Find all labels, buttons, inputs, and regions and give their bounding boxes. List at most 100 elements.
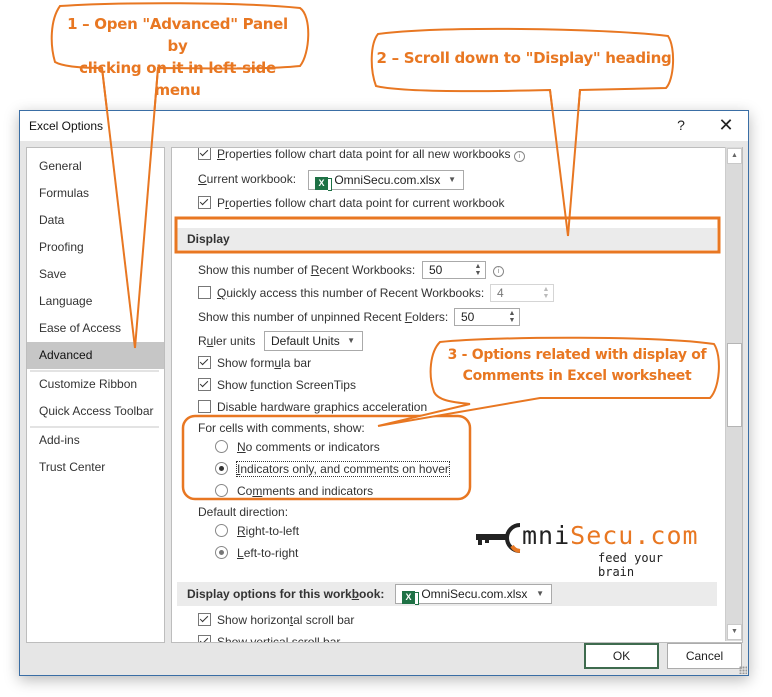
radio-right-to-left[interactable]: [215, 524, 228, 537]
recent-workbooks-value: 50: [429, 263, 443, 277]
dialog-title: Excel Options: [29, 119, 104, 133]
ruler-units-value: Default Units: [271, 334, 340, 348]
comments-option-all[interactable]: Comments and indicators: [215, 484, 373, 498]
ok-button[interactable]: OK: [584, 643, 659, 669]
comments-option-indicators-only[interactable]: Indicators only, and comments on hover: [215, 461, 450, 477]
recent-workbooks-spinner[interactable]: 50 ▲ ▼: [422, 261, 486, 279]
vertical-scroll-label: Show vertical scroll bar: [217, 635, 341, 643]
chevron-down-icon: ▼: [347, 336, 355, 345]
sidebar-item-formulas[interactable]: Formulas: [27, 180, 164, 207]
quick-access-label: uickly access this number of Recent Work…: [226, 286, 485, 300]
excel-options-dialog: Excel Options ? ✕ General Formulas Data …: [19, 110, 749, 676]
sidebar-item-language[interactable]: Language: [27, 288, 164, 315]
logo-tagline: feed your brain: [598, 551, 664, 579]
key-icon: [476, 523, 521, 553]
hw-accel-checkbox[interactable]: [198, 400, 211, 413]
label-part: Disable hardware: [217, 400, 314, 414]
quick-access-checkbox[interactable]: [198, 286, 211, 299]
chart-props-current-label: operties follow chart data point for cur…: [229, 196, 505, 210]
info-icon: i: [493, 266, 504, 277]
chart-props-current-row[interactable]: Properties follow chart data point for c…: [198, 196, 505, 210]
sidebar-item-proofing[interactable]: Proofing: [27, 234, 164, 261]
formula-bar-checkbox[interactable]: [198, 356, 211, 369]
chart-props-all-checkbox[interactable]: [198, 148, 211, 160]
chart-props-current-checkbox[interactable]: [198, 196, 211, 209]
workbook-display-dropdown[interactable]: X OmniSecu.com.xlsx ▼: [395, 584, 552, 605]
spinner-arrows-icon[interactable]: ▲ ▼: [542, 286, 550, 300]
label-accel: m: [252, 484, 263, 498]
label-accel: Q: [217, 286, 227, 300]
comments-option-none[interactable]: No comments or indicators: [215, 440, 380, 454]
close-button[interactable]: ✕: [714, 115, 738, 137]
callout-step2-text: 2 – Scroll down to "Display" heading: [376, 49, 672, 67]
quick-access-spinner[interactable]: 4 ▲ ▼: [490, 284, 554, 302]
sidebar-item-data[interactable]: Data: [27, 207, 164, 234]
label-part: P: [217, 196, 226, 210]
help-button[interactable]: ?: [671, 117, 691, 135]
ruler-units-dropdown[interactable]: Default Units ▼: [264, 331, 363, 351]
title-bar: Excel Options ? ✕: [20, 111, 748, 141]
vertical-scroll-row[interactable]: Show vertical scroll bar: [198, 635, 341, 643]
callout-step1-line1: 1 – Open "Advanced" Panel by: [67, 15, 288, 55]
sidebar-item-customize-ribbon[interactable]: Customize Ribbon: [27, 371, 164, 398]
formula-bar-row[interactable]: Show formula bar: [198, 356, 311, 370]
left-to-right-label: eft-to-right: [243, 546, 299, 560]
logo-word-suffix: Secu.com: [570, 521, 699, 550]
display-section-heading: Display: [177, 228, 717, 250]
chart-props-all-label: roperties follow chart data point for al…: [225, 147, 511, 161]
screentips-checkbox[interactable]: [198, 378, 211, 391]
sidebar-item-ease-of-access[interactable]: Ease of Access: [27, 315, 164, 342]
current-workbook-label: urrent workbook:: [206, 172, 297, 186]
direction-option-ltr[interactable]: Left-to-right: [215, 546, 298, 560]
sidebar-item-trust-center[interactable]: Trust Center: [27, 454, 164, 481]
radio-left-to-right[interactable]: [215, 546, 228, 559]
sidebar-item-save[interactable]: Save: [27, 261, 164, 288]
advanced-options-panel: Properties follow chart data point for a…: [171, 147, 743, 643]
label-accel: b: [351, 587, 360, 601]
sidebar-item-advanced[interactable]: Advanced: [27, 342, 164, 369]
vertical-scrollbar[interactable]: ▲ ▼: [725, 147, 742, 641]
screentips-row[interactable]: Show function ScreenTips: [198, 378, 356, 392]
recent-workbooks-row: Show this number of Recent Workbooks:: [198, 263, 415, 277]
hw-accel-row[interactable]: Disable hardware graphics acceleration: [198, 400, 427, 414]
sidebar-item-quick-access-toolbar[interactable]: Quick Access Toolbar: [27, 398, 164, 425]
label-part: ndicators only, and comments on hover: [240, 462, 449, 476]
label-part: Show: [217, 378, 251, 392]
label-part: ook:: [359, 587, 385, 601]
label-accel: R: [237, 524, 246, 538]
spinner-arrows-icon[interactable]: ▲ ▼: [508, 310, 516, 324]
dialog-body: General Formulas Data Proofing Save Lang…: [20, 141, 748, 675]
scrollbar-thumb[interactable]: [727, 343, 742, 427]
vertical-scroll-checkbox[interactable]: [198, 635, 211, 642]
radio-no-comments[interactable]: [215, 440, 228, 453]
direction-group-label: Default direction:: [198, 505, 289, 519]
radio-indicators-only[interactable]: [215, 462, 228, 475]
logo-word-prefix: mni: [522, 521, 571, 550]
comments-group-label: For cells with comments, show:: [198, 421, 365, 435]
label-part: Show horizon: [217, 613, 290, 627]
chevron-down-icon: ▼: [448, 175, 456, 184]
quick-access-row[interactable]: Quickly access this number of Recent Wor…: [198, 286, 484, 300]
recent-folders-spinner[interactable]: 50 ▲ ▼: [454, 308, 520, 326]
label-part: Display options for this work: [187, 587, 352, 601]
horizontal-scroll-row[interactable]: Show horizontal scroll bar: [198, 613, 354, 627]
scroll-down-arrow-icon[interactable]: ▼: [727, 624, 742, 640]
chart-props-all-row[interactable]: Properties follow chart data point for a…: [198, 147, 525, 162]
horizontal-scroll-label: al scroll bar: [293, 613, 355, 627]
spinner-arrows-icon[interactable]: ▲ ▼: [474, 263, 482, 277]
callout-step1-line2: clicking on it in left-side menu: [79, 59, 276, 99]
label-accel: P: [217, 147, 226, 161]
omnisecu-logo: mniSecu.com feed your brain: [474, 521, 698, 579]
resize-grip-icon[interactable]: [739, 666, 747, 674]
excel-file-icon: X: [402, 591, 419, 605]
radio-comments-and-indicators[interactable]: [215, 484, 228, 497]
current-workbook-dropdown[interactable]: X OmniSecu.com.xlsx ▼: [308, 170, 464, 191]
label-part: Show this number of: [198, 263, 311, 277]
cancel-button[interactable]: Cancel: [667, 643, 742, 669]
sidebar-item-general[interactable]: General: [27, 153, 164, 180]
direction-option-rtl[interactable]: Right-to-left: [215, 524, 299, 538]
horizontal-scroll-checkbox[interactable]: [198, 613, 211, 626]
scroll-up-arrow-icon[interactable]: ▲: [727, 148, 742, 164]
sidebar-item-add-ins[interactable]: Add-ins: [27, 427, 164, 454]
quick-access-value: 4: [497, 286, 504, 300]
